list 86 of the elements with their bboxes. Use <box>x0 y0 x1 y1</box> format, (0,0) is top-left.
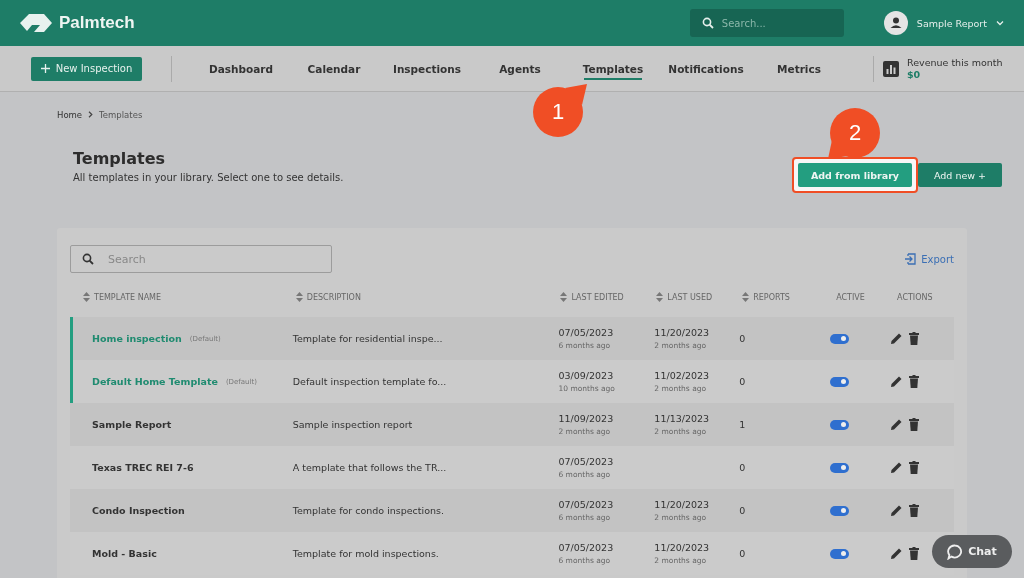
reports-count: 1 <box>739 419 746 430</box>
logo-icon <box>20 14 52 32</box>
brand-name: Palmtech <box>59 13 135 33</box>
column-header[interactable]: LAST EDITED <box>547 292 644 302</box>
step-callout: 1 <box>532 86 584 138</box>
active-toggle[interactable] <box>830 333 850 344</box>
search-icon <box>82 253 94 265</box>
chat-bubble-icon <box>947 543 964 560</box>
add-new-button[interactable]: Add new + <box>918 163 1002 187</box>
delete-icon[interactable] <box>909 504 920 517</box>
template-name[interactable]: Condo Inspection <box>92 505 185 516</box>
active-toggle[interactable] <box>830 548 850 559</box>
active-toggle[interactable] <box>830 505 850 516</box>
date-cell: 11/09/2023 <box>558 413 614 424</box>
active-toggle[interactable] <box>830 376 850 387</box>
page-title: Templates <box>73 149 167 168</box>
date-cell: 07/05/2023 <box>558 327 614 338</box>
column-header[interactable]: TEMPLATE NAME <box>70 292 283 302</box>
description-cell: Default inspection template fo... <box>292 376 447 387</box>
edit-icon[interactable] <box>890 332 904 345</box>
reports-count: 0 <box>739 548 746 559</box>
nav-tab[interactable]: Notifications <box>658 46 754 91</box>
sort-icon <box>742 292 750 302</box>
date-cell: 11/02/2023 <box>654 370 710 381</box>
delete-icon[interactable] <box>909 375 920 388</box>
description-cell: Template for residential inspe... <box>292 333 443 344</box>
edit-icon[interactable] <box>890 375 904 388</box>
description-cell: Sample inspection report <box>292 419 413 430</box>
step-callout: 2 <box>829 107 881 159</box>
nav-tab[interactable]: Calendar <box>286 46 382 91</box>
column-header: ACTIVE <box>835 292 866 302</box>
description-cell: Template for mold inspections. <box>292 548 439 559</box>
column-header: ACTIONS <box>896 292 934 302</box>
delete-icon[interactable] <box>909 547 920 560</box>
date-cell: 07/05/2023 <box>558 542 614 553</box>
active-toggle[interactable] <box>830 462 850 473</box>
description-cell: A template that follows the TR... <box>292 462 447 473</box>
export-icon <box>904 253 917 265</box>
template-name[interactable]: Sample Report <box>92 419 172 430</box>
plus-icon <box>40 64 50 73</box>
breadcrumb-item: Templates <box>99 109 143 120</box>
date-cell: 11/20/2023 <box>654 499 710 510</box>
edit-icon[interactable] <box>890 547 904 560</box>
nav-tab[interactable]: Metrics <box>751 46 847 91</box>
date-cell: 03/09/2023 <box>558 370 614 381</box>
revenue-label: Revenue this month <box>907 57 1003 68</box>
sort-icon <box>560 292 568 302</box>
column-header[interactable]: DESCRIPTION <box>282 292 548 302</box>
sort-icon <box>295 292 303 302</box>
search-field[interactable]: Search... <box>689 9 844 37</box>
template-name[interactable]: Texas TREC REI 7-6 <box>92 462 194 473</box>
reports-count: 0 <box>739 376 746 387</box>
description-cell: Template for condo inspections. <box>292 505 444 516</box>
reports-count: 0 <box>739 333 746 344</box>
bar-chart-icon <box>883 60 899 77</box>
new-inspection-button[interactable]: New Inspection <box>31 56 142 81</box>
search-field[interactable]: Search <box>70 245 332 273</box>
breadcrumb-item[interactable]: Home <box>57 109 83 120</box>
nav-tab[interactable]: Inspections <box>379 46 475 91</box>
date-cell: 11/20/2023 <box>654 542 710 553</box>
column-header[interactable]: LAST USED <box>643 292 730 302</box>
user-menu[interactable]: Sample Report <box>883 11 1004 35</box>
chevron-icon <box>88 111 94 118</box>
active-toggle[interactable] <box>830 419 850 430</box>
date-cell: 11/13/2023 <box>654 413 710 424</box>
page-subtitle: All templates in your library. Select one to see details. <box>73 172 344 183</box>
template-name[interactable]: Mold - Basic <box>92 548 157 559</box>
sort-icon <box>83 292 90 302</box>
delete-icon[interactable] <box>909 418 920 431</box>
date-cell: 07/05/2023 <box>558 499 614 510</box>
date-cell: 07/05/2023 <box>558 456 614 467</box>
nav-tab[interactable]: Dashboard <box>193 46 289 91</box>
column-header[interactable]: REPORTS <box>729 292 824 302</box>
edit-icon[interactable] <box>890 418 904 431</box>
revenue-value: $0 <box>907 69 922 80</box>
reports-count: 0 <box>739 505 746 516</box>
avatar-icon <box>883 11 908 35</box>
delete-icon[interactable] <box>909 461 920 474</box>
delete-icon[interactable] <box>909 332 920 345</box>
sort-icon <box>656 292 664 302</box>
edit-icon[interactable] <box>890 461 904 474</box>
chat-widget-popup[interactable]: Chat <box>932 535 1012 568</box>
reports-count: 0 <box>739 462 746 473</box>
date-cell: 11/20/2023 <box>654 327 710 338</box>
chevron-icon <box>996 20 1004 26</box>
edit-icon[interactable] <box>890 504 904 517</box>
